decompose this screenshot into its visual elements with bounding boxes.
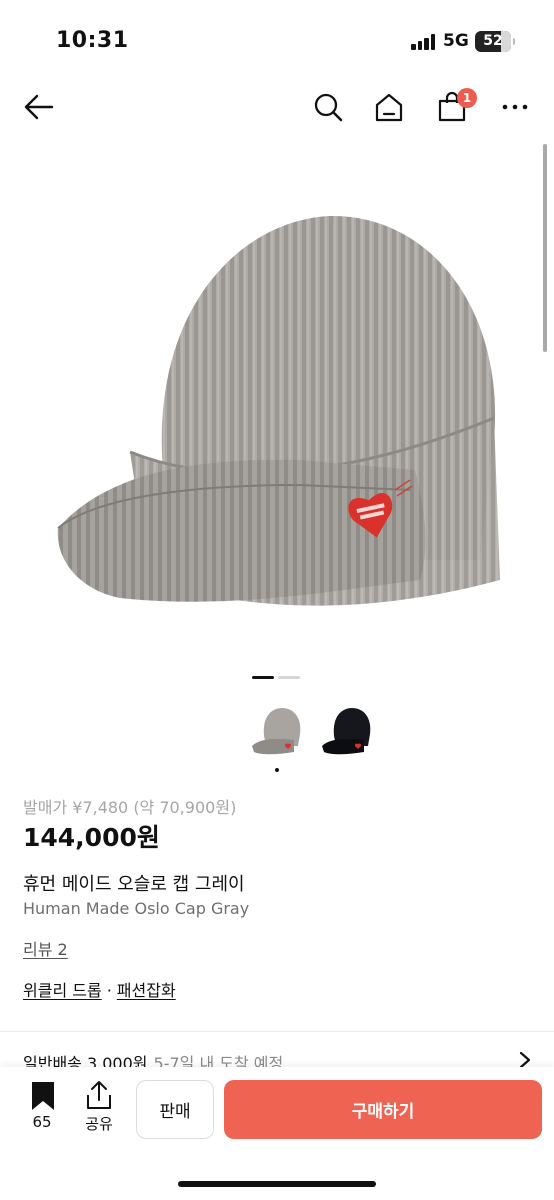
divider (0, 1031, 554, 1032)
status-bar: 10:31 5G 52 (0, 0, 554, 80)
more-icon[interactable] (498, 90, 532, 124)
tag-fashion-accessories[interactable]: 패션잡화 (117, 981, 176, 1000)
share-label: 공유 (85, 1115, 113, 1133)
status-time: 10:31 (56, 28, 129, 53)
tag-separator: · (106, 981, 112, 1000)
home-indicator[interactable] (178, 1181, 376, 1187)
tag-list: 위클리 드롭 · 패션잡화 (23, 977, 176, 1001)
back-arrow-icon[interactable] (22, 90, 56, 124)
thumbnail-selected-dot (275, 768, 279, 772)
reviews-link[interactable]: 리뷰 2 (23, 936, 68, 960)
tag-weekly-drop[interactable]: 위클리 드롭 (23, 981, 102, 1000)
bookmark-icon[interactable] (31, 1081, 55, 1111)
product-image[interactable] (0, 140, 554, 670)
battery-level: 52 (483, 33, 503, 49)
search-icon[interactable] (311, 90, 345, 124)
gallery-dot-active (252, 676, 274, 679)
buy-button[interactable]: 구매하기 (224, 1080, 542, 1139)
cart-count-badge: 1 (457, 88, 477, 108)
bookmark-count: 65 (32, 1113, 52, 1131)
home-icon[interactable] (372, 90, 406, 124)
product-name-ko: 휴먼 메이드 오슬로 캡 그레이 (23, 874, 245, 895)
network-type: 5G (443, 31, 469, 51)
product-price: 144,000원 (23, 823, 160, 852)
thumbnail-black-cap[interactable] (320, 700, 382, 762)
product-name-en: Human Made Oslo Cap Gray (23, 899, 250, 918)
release-price: 발매가 ¥7,480 (약 70,900원) (23, 798, 237, 817)
thumbnail-gray-cap[interactable] (250, 700, 312, 762)
share-icon[interactable] (86, 1080, 112, 1110)
gallery-dot (278, 676, 300, 679)
sell-button[interactable]: 판매 (136, 1080, 214, 1139)
battery-icon: 52 (475, 31, 515, 52)
signal-icon (411, 34, 437, 50)
